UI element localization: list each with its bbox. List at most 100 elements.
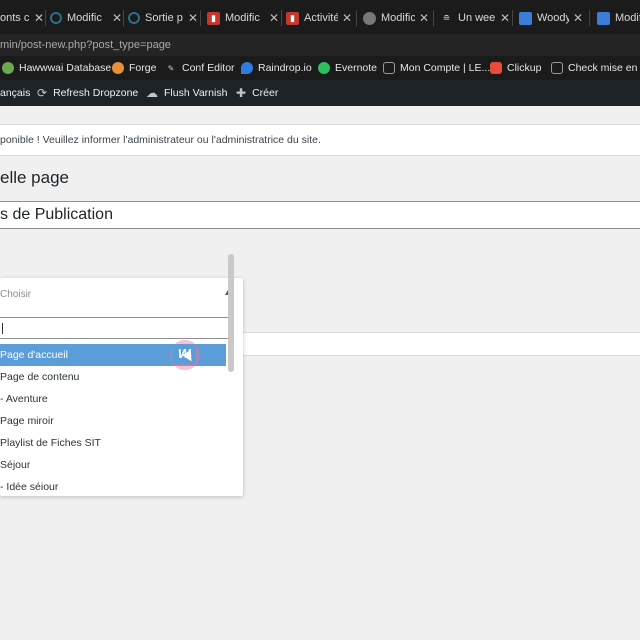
post-title-input[interactable]: s de Publication — [0, 201, 640, 229]
loading-icon — [50, 12, 62, 24]
plus-icon: ✚ — [236, 86, 247, 100]
tab-label: Un wee — [458, 12, 496, 24]
tab-divider — [281, 10, 282, 26]
bookmark-label: Check mise en lig — [568, 62, 640, 74]
folder-icon — [551, 62, 563, 74]
burger-icon: ≘ — [442, 12, 451, 23]
page-type-dropdown[interactable]: Choisir Page d'accueil Page de contenu -… — [0, 278, 243, 496]
tab-label: onts c — [0, 12, 30, 24]
tab-divider — [200, 10, 201, 26]
bookmark-clickup[interactable]: Clickup — [490, 60, 541, 76]
refresh-icon: ⟳ — [37, 86, 48, 100]
tools-icon: ▮ — [286, 11, 299, 25]
cloud-icon: ☁ — [146, 86, 158, 100]
box-icon — [383, 62, 395, 74]
bookmark-hawwwai[interactable]: Hawwwai Database — [2, 60, 111, 76]
wp-admin-bar: ançais ⟳ Refresh Dropzone ☁ Flush Varnis… — [0, 80, 640, 106]
admin-bar-label: Refresh Dropzone — [53, 87, 139, 99]
bookmark-check-mise-en-ligne[interactable]: Check mise en lig — [551, 60, 640, 76]
tab-divider — [356, 10, 357, 26]
evernote-icon — [318, 62, 330, 74]
dropdown-scrollbar[interactable] — [228, 254, 234, 372]
admin-bar-label: Créer — [252, 87, 279, 99]
bookmark-label: Evernote — [335, 62, 378, 74]
main-content: ponible ! Veuillez informer l'administra… — [0, 106, 640, 640]
tab-divider — [123, 10, 124, 26]
admin-bar-flush-varnish[interactable]: ☁ Flush Varnish — [146, 85, 227, 101]
page-title: elle page — [0, 168, 70, 187]
dropdown-placeholder: Choisir — [0, 289, 32, 300]
bookmark-label: Hawwwai Database — [19, 62, 112, 74]
dropdown-option[interactable]: Page de contenu — [0, 366, 226, 388]
browser-tab[interactable]: Modific ✕ — [363, 7, 429, 29]
dropdown-option[interactable]: - Aventure — [0, 388, 226, 410]
tab-divider — [433, 10, 434, 26]
browser-tab[interactable]: onts c ✕ — [0, 7, 44, 29]
doc-icon — [519, 11, 532, 25]
tab-divider — [512, 10, 513, 26]
tab-label: Sortie p — [145, 12, 183, 24]
bookmark-label: Mon Compte | LE... — [400, 62, 491, 74]
tools-icon: ▮ — [207, 11, 220, 25]
tab-label: Modific — [67, 12, 102, 24]
tab-label: Activité — [304, 12, 338, 24]
dropdown-option[interactable]: Playlist de Fiches SIT — [0, 432, 226, 454]
close-icon[interactable]: ✕ — [269, 11, 279, 25]
address-bar[interactable]: min/post-new.php?post_type=page — [0, 34, 640, 56]
raindrop-icon — [241, 62, 253, 74]
browser-tab[interactable]: ≘ Un wee ✕ — [440, 7, 510, 29]
bookmarks-bar: Hawwwai Database Forge ✎ Conf Editor Rai… — [0, 56, 640, 80]
admin-bar-label: ançais — [0, 87, 31, 99]
bookmark-mon-compte[interactable]: Mon Compte | LE... — [383, 60, 490, 76]
tab-label: Modific — [381, 12, 415, 24]
close-icon[interactable]: ✕ — [34, 11, 44, 25]
dropdown-toggle[interactable]: Choisir — [0, 286, 243, 304]
bookmark-label: Clickup — [507, 62, 542, 74]
dropdown-search-input[interactable] — [0, 317, 234, 339]
admin-bar-label: Flush Varnish — [164, 87, 228, 99]
bookmark-raindrop[interactable]: Raindrop.io — [241, 60, 312, 76]
tab-label: Woody — [537, 12, 569, 24]
admin-bar-language[interactable]: ançais — [0, 85, 30, 101]
globe-icon — [363, 11, 376, 25]
close-icon[interactable]: ✕ — [573, 11, 583, 25]
bookmark-forge[interactable]: Forge — [112, 60, 156, 76]
browser-tab[interactable]: Modific ✕ — [50, 7, 122, 29]
bookmark-label: Forge — [129, 62, 157, 74]
clickup-icon — [490, 62, 502, 74]
close-icon[interactable]: ✕ — [112, 11, 122, 25]
forge-icon — [112, 62, 124, 74]
browser-tab-strip: onts c ✕ Modific ✕ Sortie p ✕ ▮ Modific … — [0, 0, 640, 34]
bookmark-label: Raindrop.io — [258, 62, 312, 74]
dropdown-option[interactable]: Page miroir — [0, 410, 226, 432]
admin-bar-new[interactable]: ✚ Créer — [236, 85, 278, 101]
close-icon[interactable]: ✕ — [188, 11, 198, 25]
text-cursor — [2, 323, 3, 334]
update-notice: ponible ! Veuillez informer l'administra… — [0, 124, 640, 156]
bookmark-label: Conf Editor — [182, 62, 235, 74]
browser-tab[interactable]: Sortie p ✕ — [128, 7, 198, 29]
close-icon[interactable]: ✕ — [419, 11, 429, 25]
loading-icon — [128, 12, 140, 24]
post-title-value: s de Publication — [0, 206, 113, 223]
bookmark-evernote[interactable]: Evernote — [318, 60, 377, 76]
dropdown-option[interactable]: Séjour — [0, 454, 226, 476]
notice-text: ponible ! Veuillez informer l'administra… — [0, 134, 321, 146]
url-text: min/post-new.php?post_type=page — [0, 39, 171, 51]
doc-icon — [597, 11, 610, 25]
browser-tab[interactable]: ▮ Activité ✕ — [286, 7, 352, 29]
dropdown-option[interactable]: - Idée séjour — [0, 476, 226, 490]
tab-divider — [45, 10, 46, 26]
close-icon[interactable]: ✕ — [342, 11, 352, 25]
tab-divider — [589, 10, 590, 26]
browser-tab[interactable]: ▮ Modific ✕ — [207, 7, 279, 29]
admin-bar-refresh-dropzone[interactable]: ⟳ Refresh Dropzone — [37, 85, 138, 101]
tab-label: Modifi — [615, 12, 640, 24]
browser-tab[interactable]: Modifi — [597, 7, 640, 29]
hawwwai-icon — [2, 62, 14, 74]
bookmark-conf-editor[interactable]: ✎ Conf Editor — [165, 60, 235, 76]
browser-tab[interactable]: Woody ✕ — [519, 7, 583, 29]
field-row — [243, 332, 640, 356]
pen-icon: ✎ — [167, 63, 175, 73]
close-icon[interactable]: ✕ — [500, 11, 510, 25]
